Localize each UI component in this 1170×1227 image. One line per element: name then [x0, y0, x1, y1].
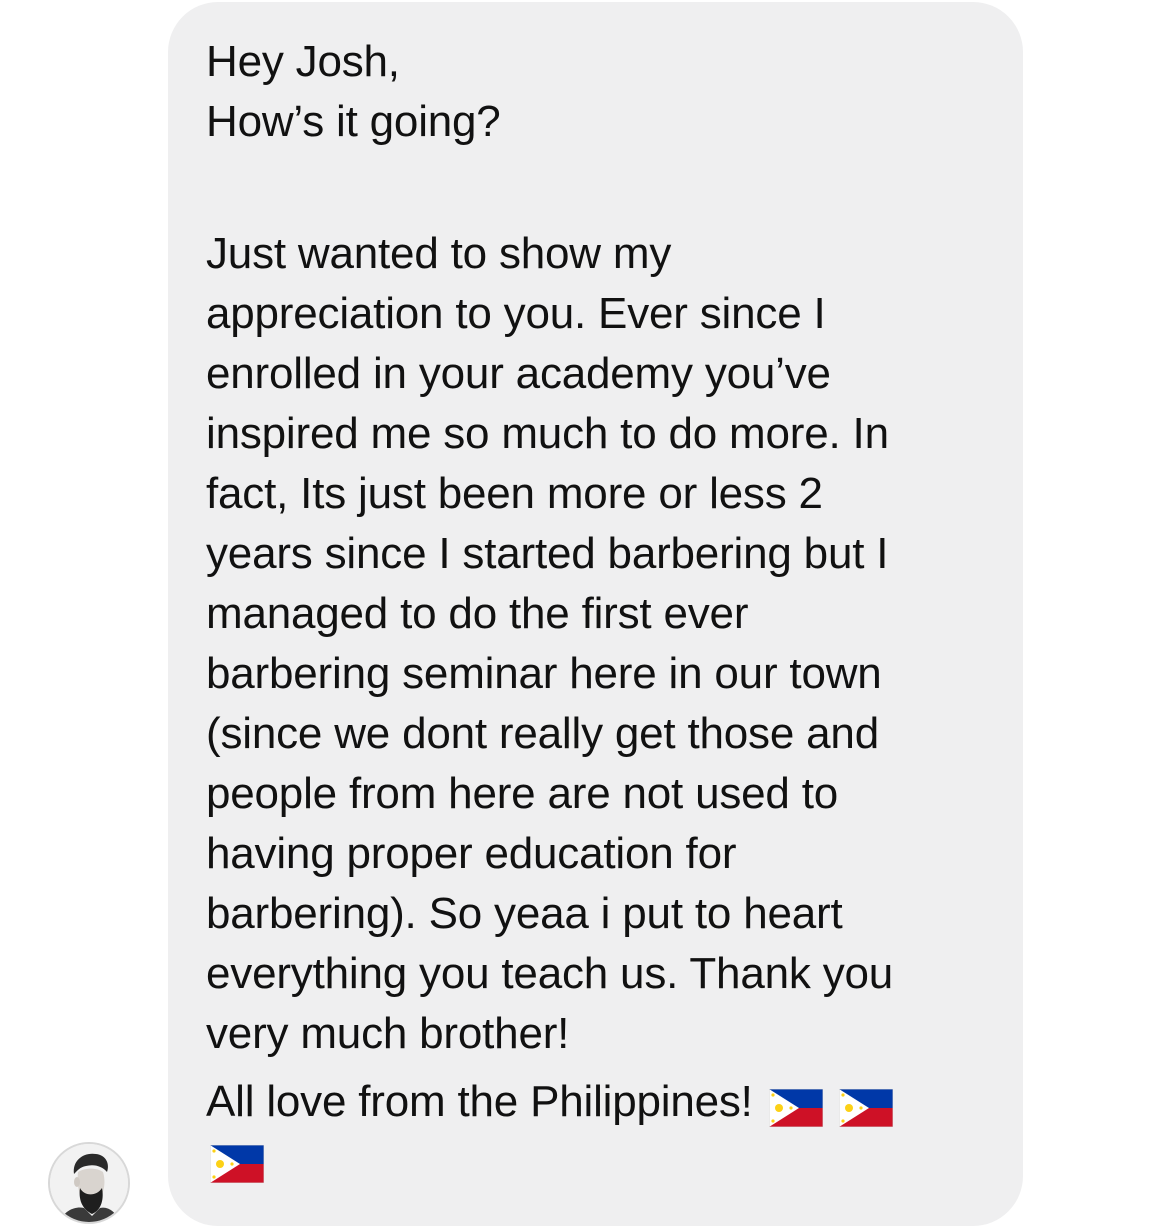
message-body-line: barbering). So yeaa i put to heart	[206, 889, 843, 938]
message-body-line: people from here are not used to	[206, 769, 839, 818]
philippines-flag-icon	[768, 1083, 824, 1128]
message-closing: All love from the Philippines!	[206, 1077, 753, 1126]
philippines-flag-icon	[209, 1144, 265, 1184]
message-body-line: enrolled in your academy you’ve	[206, 349, 831, 398]
message-body-line: inspired me so much to do more. In	[206, 409, 889, 458]
message-body-line: fact, Its just been more or less 2	[206, 469, 823, 518]
avatar[interactable]	[48, 1142, 130, 1224]
message-greeting: Hey Josh,	[206, 37, 400, 86]
message-question: How’s it going?	[206, 97, 501, 146]
message-body-line: everything you teach us. Thank you	[206, 949, 894, 998]
message-body-line: (since we dont really get those and	[206, 709, 879, 758]
message-body-line: very much brother!	[206, 1009, 570, 1058]
message-paragraph-gap	[206, 152, 1003, 224]
philippines-flag-icon	[838, 1083, 894, 1128]
message-body-line: having proper education for	[206, 829, 737, 878]
message-body-line: barbering seminar here in our town	[206, 649, 882, 698]
message-body-line: years since I started barbering but I	[206, 529, 889, 578]
message-bubble[interactable]: Hey Josh, How’s it going? Just wanted to…	[168, 2, 1023, 1226]
message-body-line: appreciation to you. Ever since I	[206, 289, 826, 338]
message-flags-row	[206, 1132, 1003, 1192]
message-body-line: managed to do the first ever	[206, 589, 749, 638]
message-body-line: Just wanted to show my	[206, 229, 672, 278]
avatar-portrait-icon	[50, 1144, 128, 1222]
message-closing-line: All love from the Philippines!	[206, 1072, 1003, 1132]
